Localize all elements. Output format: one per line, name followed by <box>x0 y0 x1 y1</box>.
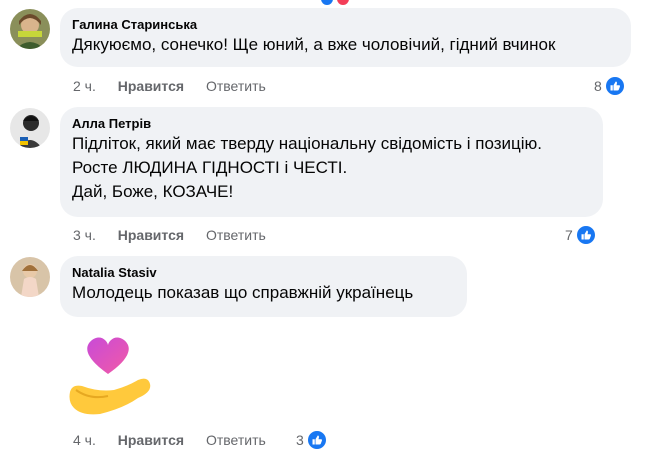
heart-icon <box>87 337 129 374</box>
comment-bubble: Алла Петрів Підліток, який має тверду на… <box>60 107 603 217</box>
comment-text-line: Підліток, який має тверду національну св… <box>72 134 543 153</box>
reaction-count-number: 7 <box>565 227 573 243</box>
like-button[interactable]: Нравится <box>118 226 184 244</box>
comment-actions: 2 ч. Нравится Ответить <box>73 77 284 95</box>
comment-text-line: Росте ЛЮДИНА ГІДНОСТІ і ЧЕСТІ. <box>72 158 348 177</box>
comment-author[interactable]: Natalia Stasiv <box>72 264 455 281</box>
comment-author[interactable]: Галина Старинська <box>72 16 619 33</box>
open-hand-icon <box>69 378 151 415</box>
reaction-count[interactable]: 8 <box>594 75 626 97</box>
reaction-count-number: 3 <box>296 432 304 448</box>
like-button[interactable]: Нравится <box>118 77 184 95</box>
comment-text-line: Дай, Боже, КОЗАЧЕ! <box>72 182 234 201</box>
heart-hand-sticker <box>69 337 151 415</box>
reaction-count[interactable]: 3 <box>296 429 328 451</box>
comment-time[interactable]: 4 ч. <box>73 431 96 449</box>
comment-text: Дякуюємо, сонечко! Ще юний, а вже чолові… <box>72 35 556 54</box>
reply-button[interactable]: Ответить <box>206 431 266 449</box>
comment-time[interactable]: 3 ч. <box>73 226 96 244</box>
like-icon <box>305 429 328 451</box>
comment-bubble: Галина Старинська Дякуюємо, сонечко! Ще … <box>60 8 631 67</box>
comment-actions: 4 ч. Нравится Ответить <box>73 431 284 449</box>
reply-button[interactable]: Ответить <box>206 226 266 244</box>
like-icon <box>321 0 333 5</box>
like-icon <box>574 224 597 246</box>
like-button[interactable]: Нравится <box>118 431 184 449</box>
comment-author[interactable]: Алла Петрів <box>72 115 591 132</box>
love-icon <box>337 0 349 5</box>
avatar[interactable] <box>10 108 50 148</box>
comment-bubble: Natalia Stasiv Молодець показав що справ… <box>60 256 467 317</box>
reply-button[interactable]: Ответить <box>206 77 266 95</box>
like-icon <box>603 75 626 97</box>
avatar[interactable] <box>10 257 50 297</box>
comment-actions: 3 ч. Нравится Ответить <box>73 226 284 244</box>
previous-reaction-badges <box>313 0 357 5</box>
avatar[interactable] <box>10 9 50 49</box>
comment-text: Молодець показав що справжній українець <box>72 283 414 302</box>
comment-time[interactable]: 2 ч. <box>73 77 96 95</box>
reaction-count[interactable]: 7 <box>565 224 597 246</box>
reaction-count-number: 8 <box>594 78 602 94</box>
